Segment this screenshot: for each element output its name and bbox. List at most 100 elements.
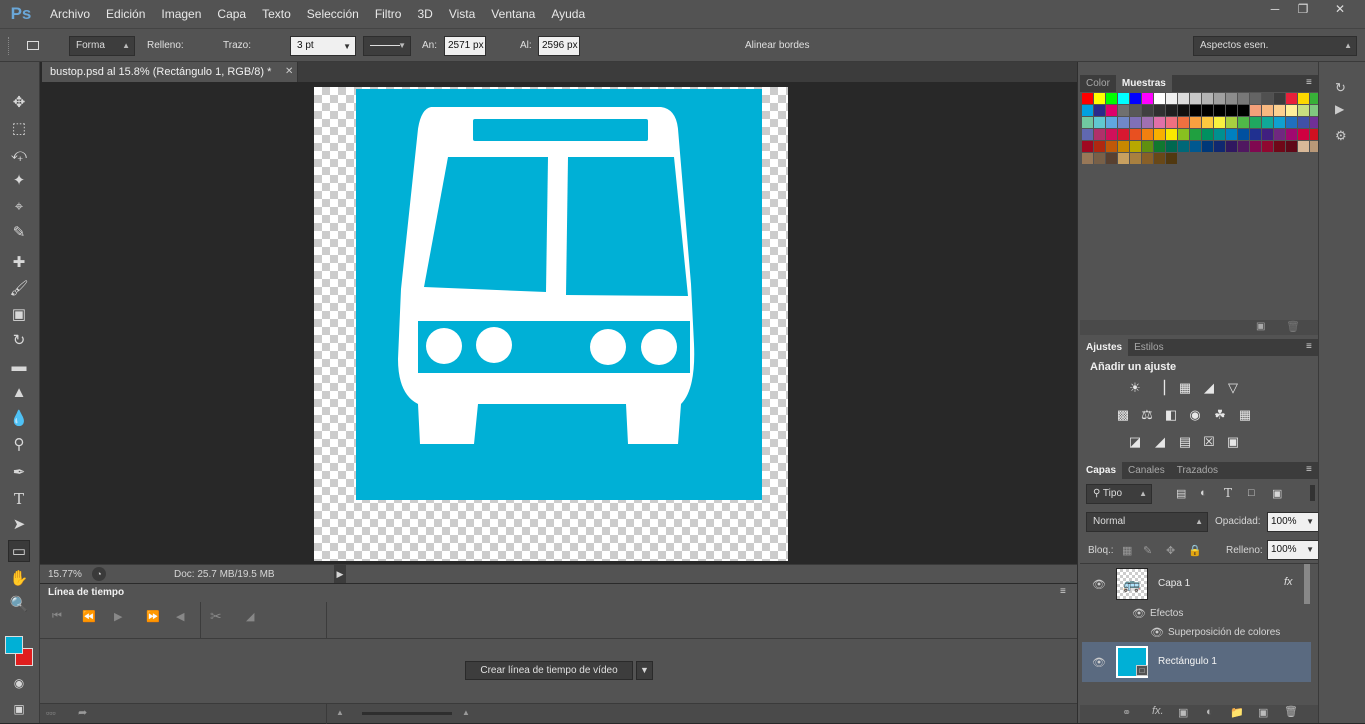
eraser-tool-icon[interactable]: ▬ — [8, 356, 30, 378]
add-style-icon[interactable]: fx. — [1152, 705, 1164, 717]
blur-tool-icon[interactable]: 💧 — [8, 408, 30, 430]
new-group-icon[interactable]: 📁 — [1230, 706, 1244, 719]
quick-mask-icon[interactable]: ◉ — [8, 672, 30, 694]
swatch[interactable] — [1082, 117, 1093, 128]
swatch[interactable] — [1130, 129, 1141, 140]
swatch[interactable] — [1250, 141, 1261, 152]
swatch[interactable] — [1298, 117, 1309, 128]
new-adjustment-icon[interactable]: ◐ — [1206, 706, 1213, 718]
swatch[interactable] — [1238, 129, 1249, 140]
transition-icon[interactable]: ◢ — [246, 610, 254, 623]
layer-row-rectangulo-1[interactable]: 👁 □ Rectángulo 1 — [1082, 642, 1311, 682]
vibrance-icon[interactable]: ▽ — [1224, 380, 1242, 396]
properties-panel-icon[interactable]: ⚙ — [1335, 128, 1347, 144]
swatch[interactable] — [1298, 93, 1309, 104]
swatch[interactable] — [1118, 105, 1129, 116]
swatch[interactable] — [1130, 141, 1141, 152]
swatch[interactable] — [1274, 141, 1285, 152]
curves-icon[interactable]: ▦ — [1176, 380, 1194, 396]
tab-canales[interactable]: Canales — [1122, 462, 1171, 479]
create-video-timeline-button[interactable]: Crear línea de tiempo de vídeo — [465, 661, 633, 680]
actions-panel-icon[interactable]: ▶ — [1335, 102, 1344, 116]
menu-imagen[interactable]: Imagen — [153, 0, 209, 28]
tab-trazados[interactable]: Trazados — [1171, 462, 1224, 479]
lasso-tool-icon[interactable]: ⤽ — [8, 144, 30, 166]
swatch[interactable] — [1118, 129, 1129, 140]
filter-shape-icon[interactable]: □ — [1248, 487, 1255, 499]
next-frame-icon[interactable]: ⏩ — [146, 610, 160, 623]
swatch[interactable] — [1286, 93, 1297, 104]
swatch[interactable] — [1082, 129, 1093, 140]
timeline-dropdown-icon[interactable]: ▼ — [636, 661, 653, 680]
swatch[interactable] — [1178, 129, 1189, 140]
swatch[interactable] — [1190, 141, 1201, 152]
eyedropper-tool-icon[interactable]: ✎ — [8, 222, 30, 244]
timeline-menu-icon[interactable]: ≡ — [1060, 586, 1066, 597]
eye-icon[interactable]: 👁 — [1150, 626, 1164, 639]
tab-color[interactable]: Color — [1080, 75, 1116, 92]
swatch[interactable] — [1118, 153, 1129, 164]
swatch[interactable] — [1118, 117, 1129, 128]
status-info-icon[interactable]: ◔ — [92, 567, 106, 581]
timeline-title[interactable]: Línea de tiempo — [48, 587, 124, 598]
menu-capa[interactable]: Capa — [209, 0, 254, 28]
swatch[interactable] — [1094, 117, 1105, 128]
blend-mode-select[interactable]: Normal ▲ — [1086, 512, 1208, 532]
fx-icon[interactable]: fx — [1284, 576, 1293, 588]
zoom-tool-icon[interactable]: 🔍 — [8, 594, 30, 616]
swatch[interactable] — [1178, 117, 1189, 128]
close-icon[interactable]: ✕ — [1322, 2, 1358, 18]
swatch[interactable] — [1274, 117, 1285, 128]
menu-ventana[interactable]: Ventana — [483, 0, 543, 28]
swatch[interactable] — [1166, 141, 1177, 152]
layer-name[interactable]: Capa 1 — [1158, 578, 1190, 589]
shape-mode-select[interactable]: Forma ▲ — [69, 36, 135, 56]
swatch[interactable] — [1142, 93, 1153, 104]
delete-layer-icon[interactable]: 🗑 — [1284, 705, 1298, 718]
history-panel-icon[interactable]: ↻ — [1335, 80, 1346, 96]
adjustments-menu-icon[interactable]: ≡ — [1306, 341, 1312, 352]
lock-pixels-icon[interactable]: ✎ — [1143, 544, 1152, 557]
dodge-tool-icon[interactable]: ⚲ — [8, 434, 30, 456]
swatch[interactable] — [1238, 93, 1249, 104]
levels-icon[interactable]: ▕ — [1151, 380, 1169, 396]
swatch[interactable] — [1142, 105, 1153, 116]
posterize-icon[interactable]: ◢ — [1151, 434, 1169, 450]
swatch[interactable] — [1286, 129, 1297, 140]
swatch[interactable] — [1154, 117, 1165, 128]
audio-icon[interactable]: ◀ — [176, 610, 184, 623]
swatch[interactable] — [1286, 141, 1297, 152]
swatch[interactable] — [1082, 93, 1093, 104]
swatch[interactable] — [1106, 117, 1117, 128]
photo-filter-icon[interactable]: ◉ — [1186, 407, 1204, 423]
scissors-icon[interactable]: ✂ — [210, 608, 222, 625]
swatch[interactable] — [1154, 141, 1165, 152]
color-lookup-icon[interactable]: ▦ — [1236, 407, 1254, 423]
new-layer-icon[interactable]: ▣ — [1258, 706, 1268, 719]
layer-row-capa-1[interactable]: 👁 🚌 Capa 1 fx — [1082, 564, 1311, 604]
clone-stamp-icon[interactable]: ▣ — [8, 304, 30, 326]
swatch[interactable] — [1094, 105, 1105, 116]
swatch[interactable] — [1214, 105, 1225, 116]
swatch[interactable] — [1166, 93, 1177, 104]
swatch[interactable] — [1106, 105, 1117, 116]
filter-pixel-icon[interactable]: ▤ — [1176, 487, 1186, 500]
timeline-zoom-slider[interactable] — [362, 712, 452, 715]
swatch[interactable] — [1178, 105, 1189, 116]
swatch[interactable] — [1106, 93, 1117, 104]
swatch[interactable] — [1202, 93, 1213, 104]
swatch[interactable] — [1142, 141, 1153, 152]
gradient-map-icon[interactable]: ▣ — [1224, 434, 1242, 450]
swatch[interactable] — [1202, 117, 1213, 128]
type-tool-icon[interactable]: T — [8, 488, 30, 510]
swatch[interactable] — [1214, 129, 1225, 140]
rectangle-tool-icon[interactable]: ▭ — [8, 540, 30, 562]
swatch[interactable] — [1274, 93, 1285, 104]
layer-filter-select[interactable]: ⚲ Tipo ▲ — [1086, 484, 1152, 504]
hue-saturation-icon[interactable]: ▩ — [1114, 407, 1132, 423]
stroke-width-input[interactable]: 3 pt ▼ — [290, 36, 356, 56]
menu-archivo[interactable]: Archivo — [42, 0, 98, 28]
bus-stop-sign-shape[interactable] — [356, 89, 762, 500]
stroke-type-select[interactable]: ▼ — [363, 36, 411, 56]
lock-position-icon[interactable]: ✥ — [1166, 544, 1175, 557]
